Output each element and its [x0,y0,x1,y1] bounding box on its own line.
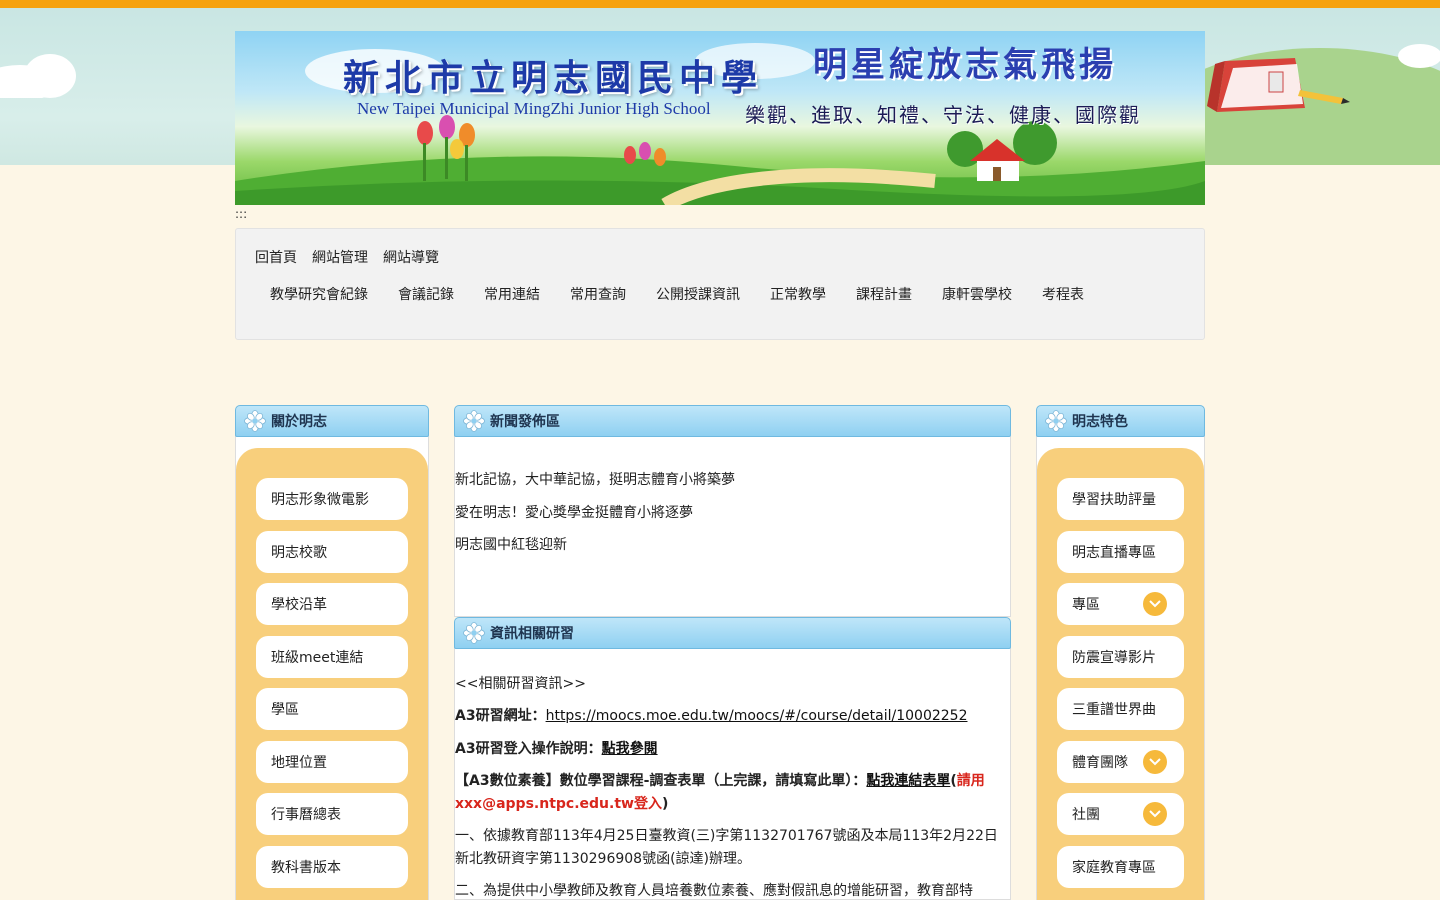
menu-item-label: 專區 [1072,597,1100,613]
right-menu-item[interactable]: 社團 [1057,793,1184,835]
chevron-down-icon[interactable] [1143,750,1167,774]
menu-item-label: 學習扶助評量 [1072,492,1156,508]
menu-item-label: 社團 [1072,807,1100,823]
right-menu-item[interactable]: 學習扶助評量 [1057,478,1184,520]
school-slogan: 明星綻放志氣飛揚 [813,45,1117,85]
right-panel-header: 明志特色 [1036,405,1205,437]
main-nav: 教學研究會紀錄 會議記錄 常用連結 常用查詢 公開授課資訊 正常教學 課程計畫 … [270,284,1084,304]
a3-url-label: A3研習網址： [455,708,546,724]
survey-label: 【A3數位素養】數位學習課程-調查表單（上完課，請填寫此單）： [455,773,867,789]
nav-item[interactable]: 公開授課資訊 [656,284,740,304]
menu-item-label: 學校沿革 [271,597,327,613]
right-menu-item[interactable]: 三重譜世界曲 [1057,688,1184,730]
chevron-down-icon[interactable] [1143,802,1167,826]
a3-url-line: A3研習網址：https://moocs.moe.edu.tw/moocs/#/… [455,705,1011,728]
menu-item-label: 體育團隊 [1072,755,1128,771]
left-menu-item[interactable]: 地理位置 [256,741,408,783]
menu-item-label: 明志形象微電影 [271,492,369,508]
nav-item[interactable]: 考程表 [1042,284,1084,304]
survey-line: 【A3數位素養】數位學習課程-調查表單（上完課，請填寫此單）：點我連結表單(請用… [455,770,1011,816]
nav-item[interactable]: 課程計畫 [856,284,912,304]
news-panel-title: 新聞發佈區 [490,414,560,430]
left-panel-title: 關於明志 [271,414,327,430]
site-banner[interactable]: 新北市立明志國民中學 New Taipei Municipal MingZhi … [235,31,1205,205]
right-menu-item[interactable]: 家庭教育專區 [1057,846,1184,888]
nav-item[interactable]: 康軒雲學校 [942,284,1012,304]
chevron-down-icon[interactable] [1143,592,1167,616]
info-paragraph: 一、依據教育部113年4月25日臺教資(三)字第1132701767號函及本局1… [455,828,998,867]
school-name-english: New Taipei Municipal MingZhi Junior High… [357,99,711,118]
top-accent-stripe [0,0,1440,8]
login-guide-line: A3研習登入操作說明：點我參閱 [455,738,1011,761]
menu-item-label: 教科書版本 [271,860,341,876]
menu-item-label: 防震宣導影片 [1072,650,1156,666]
right-menu-item[interactable]: 專區 [1057,583,1184,625]
right-panel-title: 明志特色 [1072,414,1128,430]
left-menu-item[interactable]: 學校沿革 [256,583,408,625]
top-navigation: 回首頁 網站管理 網站導覽 教學研究會紀錄 會議記錄 常用連結 常用查詢 公開授… [235,228,1205,340]
left-panel-header: 關於明志 [235,405,429,437]
login-guide-label: A3研習登入操作說明： [455,741,602,757]
nav-sitemap-link[interactable]: 網站導覽 [383,247,439,267]
info-intro: <<相關研習資訊>> [455,676,586,692]
right-menu-item[interactable]: 防震宣導影片 [1057,636,1184,678]
news-item-link[interactable]: 愛在明志！愛心獎學金挺體育小將逐夢 [455,502,693,522]
nav-item[interactable]: 常用查詢 [570,284,626,304]
news-item-link[interactable]: 明志國中紅毯迎新 [455,534,567,554]
left-menu-item[interactable]: 行事曆總表 [256,793,408,835]
left-menu-item[interactable]: 教科書版本 [256,846,408,888]
login-guide-link[interactable]: 點我參閱 [602,741,658,757]
nav-admin-link[interactable]: 網站管理 [312,247,368,267]
nav-home-link[interactable]: 回首頁 [255,247,297,267]
info-paragraph: 二、為提供中小學教師及教育人員培養數位素養、應對假訊息的增能研習，教育部特 [455,883,973,899]
news-item-link[interactable]: 新北記協，大中華記協，挺明志體育小將築夢 [455,469,735,489]
left-menu-item[interactable]: 學區 [256,688,408,730]
flower-icon [463,410,485,432]
nav-item[interactable]: 常用連結 [484,284,540,304]
nav-item[interactable]: 正常教學 [770,284,826,304]
nav-item[interactable]: 教學研究會紀錄 [270,284,368,304]
menu-item-label: 三重譜世界曲 [1072,702,1156,718]
nav-item[interactable]: 會議記錄 [398,284,454,304]
menu-item-label: 班級meet連結 [271,650,364,666]
utility-nav: 回首頁 網站管理 網站導覽 [255,247,439,267]
info-panel-title: 資訊相關研習 [490,626,574,642]
menu-item-label: 行事曆總表 [271,807,341,823]
flower-icon [244,410,266,432]
info-panel-header: 資訊相關研習 [454,617,1011,649]
left-menu-item[interactable]: 班級meet連結 [256,636,408,678]
a3-url-link[interactable]: https://moocs.moe.edu.tw/moocs/#/course/… [546,708,968,724]
menu-item-label: 地理位置 [271,755,327,771]
left-menu-item[interactable]: 明志形象微電影 [256,478,408,520]
menu-item-label: 家庭教育專區 [1072,860,1156,876]
right-menu-item[interactable]: 明志直播專區 [1057,531,1184,573]
menu-item-label: 明志直播專區 [1072,545,1156,561]
cloud-decoration [0,54,76,98]
survey-paren-close: ) [661,796,669,812]
survey-link[interactable]: 點我連結表單 [866,773,950,789]
left-menu-item[interactable]: 明志校歌 [256,531,408,573]
menu-item-label: 學區 [271,702,299,718]
book-pencil-icon [1207,58,1350,112]
right-menu-item[interactable]: 體育團隊 [1057,741,1184,783]
flower-icon [463,622,485,644]
school-name-title: 新北市立明志國民中學 [343,57,764,99]
menu-item-label: 明志校歌 [271,545,327,561]
news-panel-header: 新聞發佈區 [454,405,1011,437]
school-virtues: 樂觀、進取、知禮、守法、健康、國際觀 [745,103,1141,127]
flower-icon [1045,410,1067,432]
accessibility-skip-link[interactable]: ::: [235,207,247,221]
cloud-decoration [1398,44,1440,68]
